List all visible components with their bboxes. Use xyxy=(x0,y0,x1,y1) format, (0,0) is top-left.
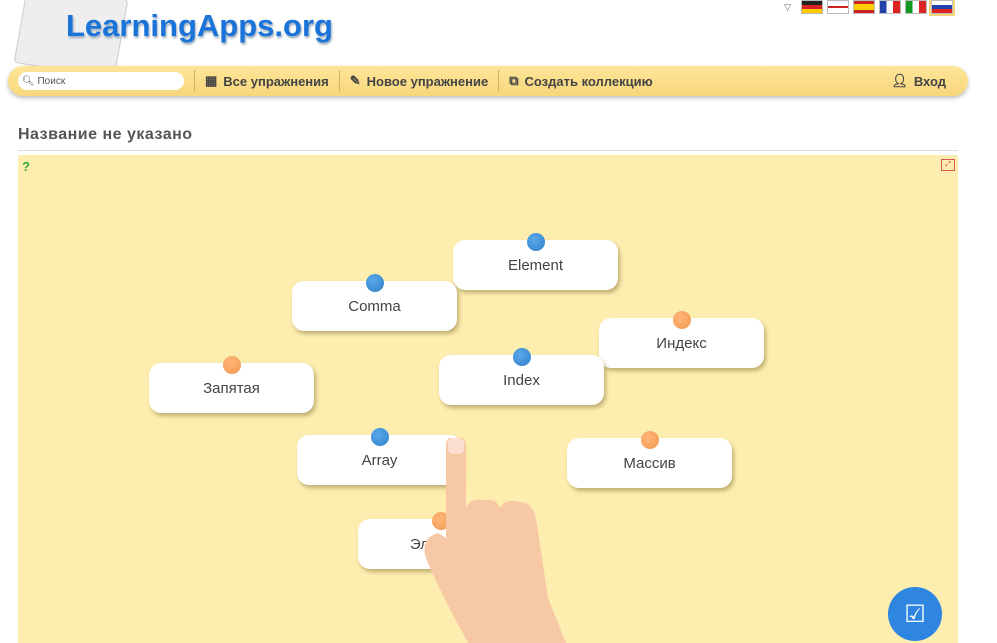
logo[interactable]: LearningApps.org xyxy=(66,8,333,44)
divider xyxy=(498,70,500,92)
connector-dot[interactable] xyxy=(526,233,545,251)
collection-icon: ⧉ xyxy=(509,73,519,88)
nav-label: Вход xyxy=(913,73,946,89)
flag-ru-icon[interactable] xyxy=(929,0,955,16)
card-label: Запятая xyxy=(203,379,260,397)
connector-dot[interactable] xyxy=(370,428,389,446)
nav-label: Создать коллекцию xyxy=(524,73,653,89)
page-title: Название не указано xyxy=(18,126,193,143)
divider xyxy=(338,70,340,92)
login-button[interactable]: 👤︎ Вход xyxy=(891,73,946,89)
nav-label: Все упражнения xyxy=(223,73,329,89)
user-icon: 👤︎ xyxy=(891,73,908,88)
pencil-icon: ✎ xyxy=(349,73,361,88)
grid-icon: ▦ xyxy=(205,73,218,88)
navbar: 🔍︎ Поиск ▦ Все упражнения ✎ Новое упражнен… xyxy=(8,66,968,96)
help-icon[interactable]: ? xyxy=(22,159,30,174)
connector-dot[interactable] xyxy=(222,356,241,374)
nav-all-exercises[interactable]: ▦ Все упражнения xyxy=(205,73,329,89)
connector-dot[interactable] xyxy=(640,431,659,449)
checkmark-icon: ☑ xyxy=(904,600,926,628)
card-label: Index xyxy=(503,371,540,389)
language-selector: ▽ xyxy=(784,0,955,16)
answer-card[interactable]: Element xyxy=(453,233,618,290)
pointing-hand-icon xyxy=(424,438,566,643)
flag-de-icon[interactable] xyxy=(801,0,823,14)
card-label: Массив xyxy=(623,454,676,472)
card-label: Array xyxy=(361,451,398,469)
flag-es-icon[interactable] xyxy=(853,0,875,14)
card-label: Индекс xyxy=(656,334,707,352)
check-answer-button[interactable]: ☑ xyxy=(888,587,942,641)
flag-en-icon[interactable] xyxy=(827,0,849,14)
search-placeholder: Поиск xyxy=(37,75,66,87)
divider xyxy=(194,70,195,92)
flag-it-icon[interactable] xyxy=(905,0,927,14)
card-label: Comma xyxy=(348,297,401,315)
answer-card[interactable]: Index xyxy=(439,348,604,405)
fullscreen-icon[interactable]: ⤢ xyxy=(941,159,955,171)
divider xyxy=(18,150,958,151)
nav-create-collection[interactable]: ⧉ Создать коллекцию xyxy=(509,73,653,89)
answer-card[interactable]: Comma xyxy=(292,274,457,331)
connector-dot[interactable] xyxy=(672,311,691,329)
search-input[interactable]: 🔍︎ Поиск xyxy=(18,72,184,90)
flag-fr-icon[interactable] xyxy=(879,0,901,14)
connector-dot[interactable] xyxy=(365,274,384,292)
search-icon: 🔍︎ xyxy=(22,75,35,87)
nav-new-exercise[interactable]: ✎ Новое упражнение xyxy=(350,73,488,89)
connector-dot[interactable] xyxy=(512,348,531,366)
exercise-stage: ? ⤢ Element Comma Индекс Запятая Index Array М… xyxy=(18,155,958,643)
answer-card[interactable]: Запятая xyxy=(149,356,314,413)
card-label: Element xyxy=(507,256,564,274)
dropdown-icon[interactable]: ▽ xyxy=(784,2,791,13)
nav-label: Новое упражнение xyxy=(366,73,489,89)
answer-card[interactable]: Индекс xyxy=(599,311,764,368)
